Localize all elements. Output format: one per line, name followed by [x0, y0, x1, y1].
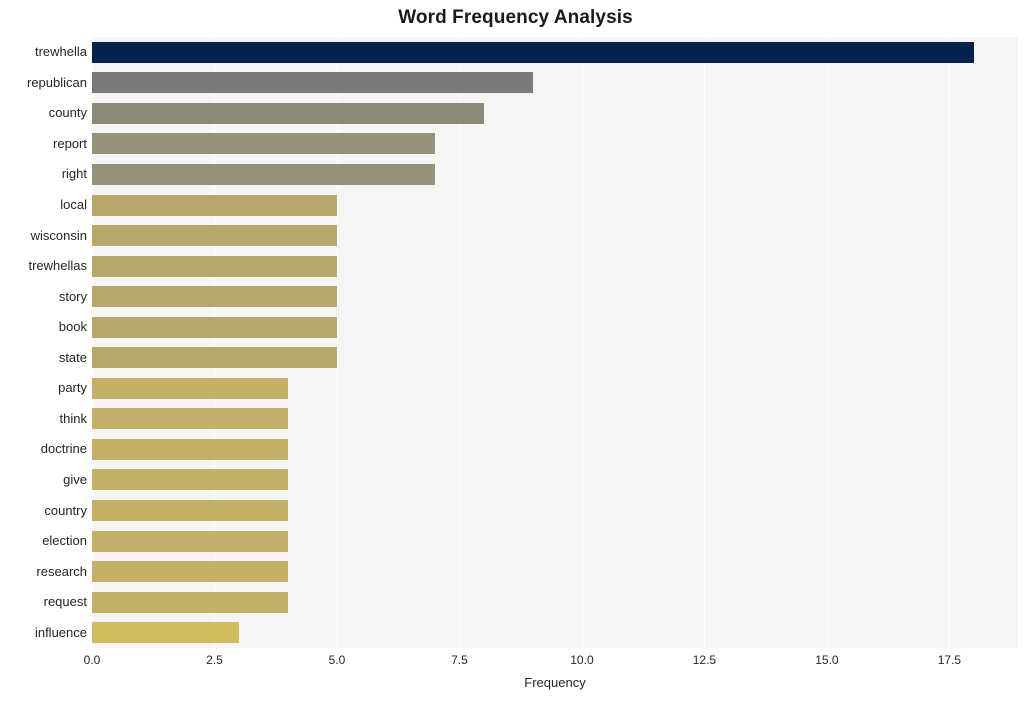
- bar-fill: [92, 72, 533, 94]
- x-axis-tick-label: 10.0: [570, 653, 594, 667]
- x-axis-tick-label: 2.5: [206, 653, 223, 667]
- bar-fill: [92, 316, 337, 338]
- y-axis-tick-label: think: [59, 410, 87, 426]
- x-axis-tick-label: 17.5: [937, 653, 962, 667]
- word-frequency-chart: Word Frequency Analysis trewhella republi…: [0, 0, 1031, 701]
- bar[interactable]: [92, 255, 337, 277]
- bar-fill: [92, 591, 288, 613]
- gridline: [459, 37, 461, 648]
- bar[interactable]: [92, 133, 435, 155]
- bar-fill: [92, 102, 484, 124]
- plot-area: [92, 37, 1018, 648]
- bar-fill: [92, 408, 288, 430]
- bar-fill: [92, 530, 288, 552]
- y-axis-tick-label: wisconsin: [30, 227, 87, 243]
- gridline: [826, 37, 828, 648]
- y-axis-tick-label: story: [58, 288, 87, 304]
- y-axis-tick-label: country: [44, 502, 87, 518]
- y-axis-tick-label: republican: [27, 74, 87, 90]
- y-axis-tick-label: give: [63, 471, 87, 487]
- y-axis-tick-label: report: [53, 135, 87, 151]
- bar[interactable]: [92, 561, 288, 583]
- bar-fill: [92, 194, 337, 216]
- bar-fill: [92, 438, 288, 460]
- bar-fill: [92, 163, 435, 185]
- bar-fill: [92, 347, 337, 369]
- bar[interactable]: [92, 286, 337, 308]
- x-axis-tick-label: 15.0: [815, 653, 839, 667]
- gridline: [581, 37, 583, 648]
- bar[interactable]: [92, 622, 239, 644]
- bar-fill: [92, 561, 288, 583]
- bar-fill: [92, 377, 288, 399]
- y-axis-tick-label: party: [58, 380, 87, 396]
- bar[interactable]: [92, 438, 288, 460]
- bar[interactable]: [92, 102, 484, 124]
- bar[interactable]: [92, 316, 337, 338]
- y-axis-tick-label: influence: [34, 624, 87, 640]
- y-axis-tick-label: county: [48, 105, 87, 121]
- bar[interactable]: [92, 469, 288, 491]
- bar[interactable]: [92, 41, 974, 63]
- gridline: [704, 37, 706, 648]
- y-axis-tick-labels: trewhella republican county report right loca…: [0, 37, 87, 648]
- gridline: [336, 37, 338, 648]
- bar[interactable]: [92, 347, 337, 369]
- bar[interactable]: [92, 530, 288, 552]
- bar[interactable]: [92, 591, 288, 613]
- x-axis-label: Frequency: [524, 675, 586, 690]
- bar-fill: [92, 41, 974, 63]
- y-axis-tick-label: request: [43, 594, 87, 610]
- bar[interactable]: [92, 72, 533, 94]
- y-axis-tick-label: book: [58, 319, 87, 335]
- bar-fill: [92, 225, 337, 247]
- bar[interactable]: [92, 163, 435, 185]
- y-axis-tick-label: trewhella: [34, 44, 87, 60]
- gridline: [214, 37, 216, 648]
- gridline: [949, 37, 951, 648]
- x-axis-tick-label: 12.5: [692, 653, 717, 667]
- x-axis-tick-label: 5.0: [328, 653, 346, 667]
- x-axis-tick-label: 7.5: [451, 653, 468, 667]
- bar-fill: [92, 286, 337, 308]
- y-axis-tick-label: right: [61, 166, 87, 182]
- y-axis-tick-label: local: [60, 197, 87, 213]
- bar[interactable]: [92, 500, 288, 522]
- bar-fill: [92, 469, 288, 491]
- bar[interactable]: [92, 377, 288, 399]
- x-axis-tick-label: 0.0: [83, 653, 101, 667]
- bar[interactable]: [92, 408, 288, 430]
- bar[interactable]: [92, 194, 337, 216]
- y-axis-tick-label: research: [36, 563, 87, 579]
- gridline: [92, 37, 93, 648]
- bar[interactable]: [92, 225, 337, 247]
- y-axis-tick-label: doctrine: [40, 441, 87, 457]
- y-axis-tick-label: state: [58, 349, 87, 365]
- bar-fill: [92, 622, 239, 644]
- chart-title: Word Frequency Analysis: [398, 7, 633, 28]
- bar-fill: [92, 500, 288, 522]
- y-axis-tick-label: trewhellas: [28, 258, 87, 274]
- bar-fill: [92, 133, 435, 155]
- bar-fill: [92, 255, 337, 277]
- y-axis-tick-label: election: [42, 533, 87, 549]
